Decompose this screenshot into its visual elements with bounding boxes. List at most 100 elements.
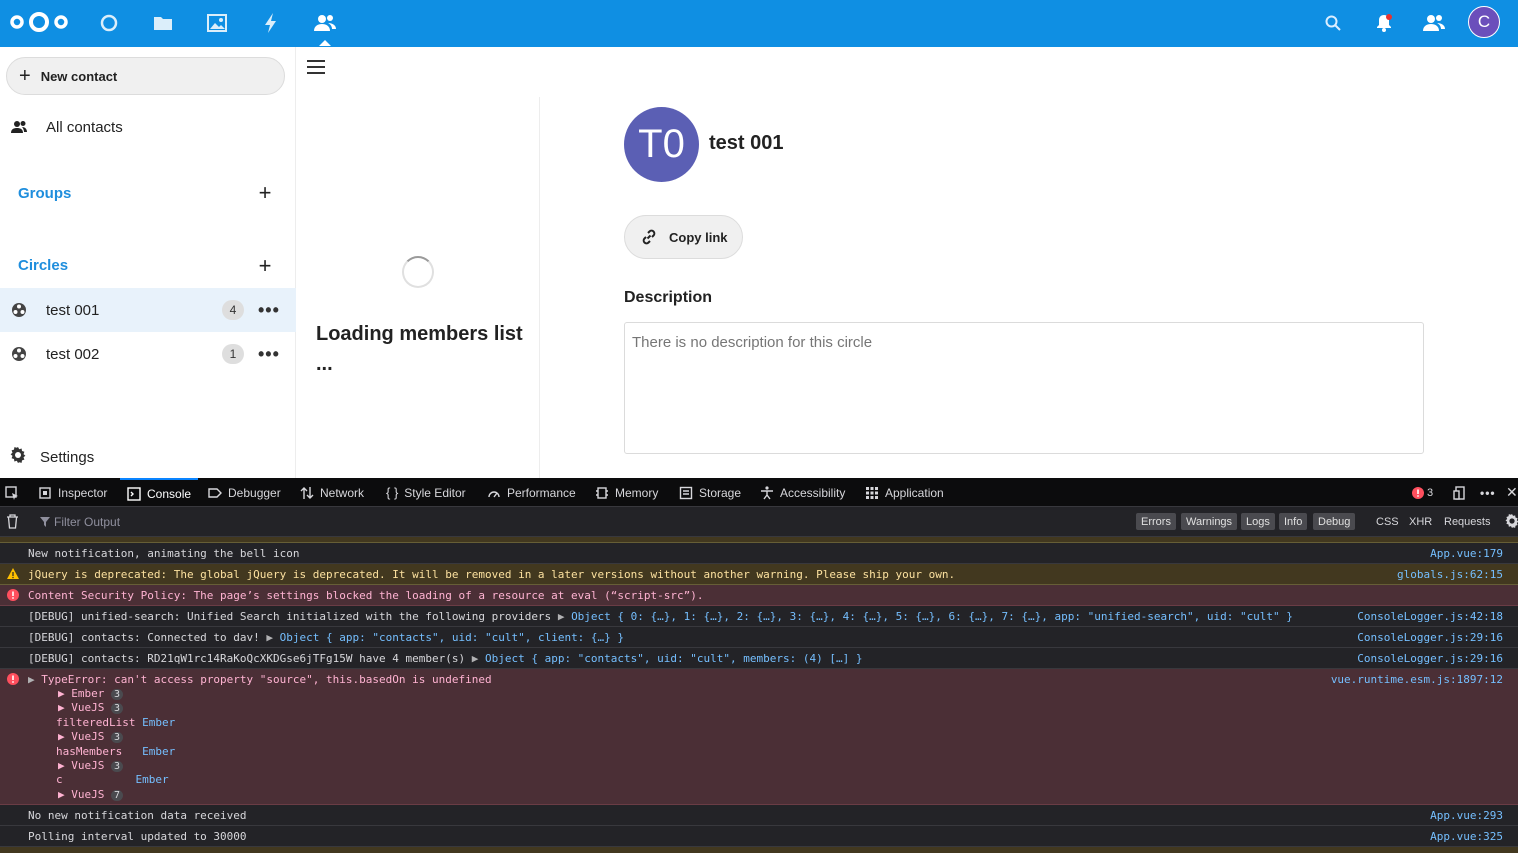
console-row-debug: [DEBUG] unified-search: Unified Search i… — [0, 606, 1518, 627]
tab-debugger[interactable]: Debugger — [208, 478, 281, 507]
log-object[interactable]: Object { app: "contacts", uid: "cult", c… — [280, 631, 624, 644]
contacts-icon[interactable] — [310, 8, 340, 46]
nextcloud-logo[interactable] — [9, 10, 69, 34]
activity-icon[interactable] — [256, 8, 286, 38]
console-row-truncated — [0, 847, 1518, 853]
circle-label: test 002 — [46, 345, 100, 363]
filter-css-button[interactable]: CSS — [1371, 513, 1404, 530]
filter-info-button[interactable]: Info — [1279, 513, 1308, 530]
settings-button[interactable]: Settings — [0, 439, 296, 475]
notifications-bell-icon[interactable] — [1369, 8, 1399, 38]
devtools-menu-icon[interactable]: ••• — [1480, 478, 1496, 507]
search-icon[interactable] — [1318, 8, 1348, 38]
more-actions-icon[interactable]: ••• — [258, 345, 280, 363]
tab-label: Console — [147, 486, 192, 501]
expand-triangle-icon[interactable]: ▶ — [28, 673, 41, 686]
console-settings-gear-icon[interactable] — [1505, 514, 1518, 531]
stack-frame[interactable]: ▶ VueJS 3 — [58, 701, 124, 714]
log-source-link[interactable]: ConsoleLogger.js:29:16 — [1357, 652, 1503, 665]
filter-debug-button[interactable]: Debug — [1313, 513, 1356, 530]
frame-source-link[interactable]: Ember — [135, 773, 168, 786]
log-object[interactable]: Object { app: "contacts", uid: "cult", m… — [485, 652, 863, 665]
stack-function: hasMembers Ember — [56, 745, 175, 758]
trash-icon[interactable] — [6, 514, 19, 532]
log-message: Polling interval updated to 30000 — [28, 830, 247, 843]
application-grid-icon — [865, 486, 879, 500]
new-contact-button[interactable]: + New contact — [6, 57, 285, 95]
member-counter: 1 — [222, 344, 244, 364]
log-source-link[interactable]: ConsoleLogger.js:29:16 — [1357, 631, 1503, 644]
filter-logs-button[interactable]: Logs — [1241, 513, 1275, 530]
menu-toggle-icon[interactable] — [307, 60, 327, 78]
plus-icon: + — [19, 65, 31, 87]
log-object[interactable]: Object { 0: {…}, 1: {…}, 2: {…}, 3: {…},… — [571, 610, 1293, 623]
filter-warnings-button[interactable]: Warnings — [1181, 513, 1238, 530]
tab-memory[interactable]: Memory — [595, 478, 658, 507]
circle-icon — [10, 345, 28, 363]
frame-count: 7 — [111, 790, 124, 801]
log-source-link[interactable]: App.vue:325 — [1430, 830, 1503, 843]
loading-members-text: Loading members list ... — [316, 323, 523, 375]
braces-icon: { } — [386, 485, 399, 500]
frame-label: Ember — [71, 687, 105, 700]
memory-icon — [595, 486, 609, 500]
more-actions-icon[interactable]: ••• — [258, 301, 280, 319]
responsive-mode-icon[interactable] — [1453, 478, 1467, 507]
storage-icon — [679, 486, 693, 500]
expand-triangle-icon[interactable]: ▶ — [266, 631, 279, 644]
tab-inspector[interactable]: Inspector — [38, 478, 107, 507]
expand-triangle-icon[interactable]: ▶ — [472, 652, 485, 665]
stack-frame[interactable]: ▶ Ember 3 — [58, 687, 124, 700]
filter-errors-button[interactable]: Errors — [1136, 513, 1176, 530]
function-name: hasMembers — [56, 745, 123, 758]
log-source-link[interactable]: globals.js:62:15 — [1397, 568, 1503, 581]
description-field[interactable]: There is no description for this circle — [624, 322, 1424, 454]
log-prefix: [DEBUG] contacts: RD21qW1rc14RaKoQcXKDGs… — [28, 652, 472, 665]
photos-icon[interactable] — [202, 8, 232, 38]
expand-triangle-icon[interactable]: ▶ — [558, 610, 571, 623]
log-message: [DEBUG] contacts: Connected to dav! ▶ Ob… — [28, 631, 624, 644]
user-avatar[interactable]: C — [1468, 6, 1500, 38]
tab-network[interactable]: Network — [300, 478, 364, 507]
copy-link-button[interactable]: Copy link — [624, 215, 743, 259]
accessibility-icon — [760, 485, 774, 500]
contacts-menu-icon[interactable] — [1419, 8, 1449, 38]
log-message: [DEBUG] contacts: RD21qW1rc14RaKoQcXKDGs… — [28, 652, 862, 665]
log-source-link[interactable]: vue.runtime.esm.js:1897:12 — [1331, 673, 1503, 686]
filter-requests-button[interactable]: Requests — [1439, 513, 1495, 530]
tab-application[interactable]: Application — [865, 478, 944, 507]
circle-item-test-001[interactable]: test 001 4 ••• — [0, 288, 296, 332]
nav-all-contacts[interactable]: All contacts — [0, 105, 296, 149]
tab-storage[interactable]: Storage — [679, 478, 741, 507]
frame-source-link[interactable]: Ember — [142, 716, 175, 729]
loading-spinner — [402, 256, 434, 288]
close-devtools-icon[interactable]: ✕ — [1506, 478, 1518, 507]
tab-style-editor[interactable]: { } Style Editor — [386, 478, 466, 507]
log-source-link[interactable]: App.vue:179 — [1430, 547, 1503, 560]
error-count: 3 — [1427, 486, 1434, 499]
tab-console[interactable]: Console — [120, 478, 199, 507]
tab-performance[interactable]: Performance — [487, 478, 576, 507]
frame-source-link[interactable]: Ember — [142, 745, 175, 758]
log-message[interactable]: ▶ TypeError: can't access property "sour… — [28, 673, 492, 686]
stack-frame[interactable]: ▶ VueJS 7 — [58, 788, 124, 801]
description-label: Description — [624, 289, 713, 306]
add-group-button[interactable]: + — [255, 182, 275, 204]
filter-xhr-button[interactable]: XHR — [1404, 513, 1437, 530]
stack-frame[interactable]: ▶ VueJS 3 — [58, 730, 124, 743]
filter-icon — [40, 516, 50, 530]
filter-output-input[interactable]: Filter Output — [54, 515, 120, 529]
dashboard-icon[interactable] — [94, 8, 124, 38]
tab-accessibility[interactable]: Accessibility — [760, 478, 845, 507]
circle-item-test-002[interactable]: test 002 1 ••• — [0, 332, 296, 376]
element-picker-icon[interactable] — [5, 478, 19, 507]
log-message: [DEBUG] unified-search: Unified Search i… — [28, 610, 1293, 623]
stack-function: filteredList Ember — [56, 716, 175, 729]
stack-frame[interactable]: ▶ VueJS 3 — [58, 759, 124, 772]
log-source-link[interactable]: App.vue:293 — [1430, 809, 1503, 822]
debugger-icon — [208, 486, 222, 500]
add-circle-button[interactable]: + — [255, 255, 275, 277]
files-icon[interactable] — [148, 8, 178, 38]
log-source-link[interactable]: ConsoleLogger.js:42:18 — [1357, 610, 1503, 623]
error-count-badge[interactable]: 3 — [1412, 478, 1433, 507]
